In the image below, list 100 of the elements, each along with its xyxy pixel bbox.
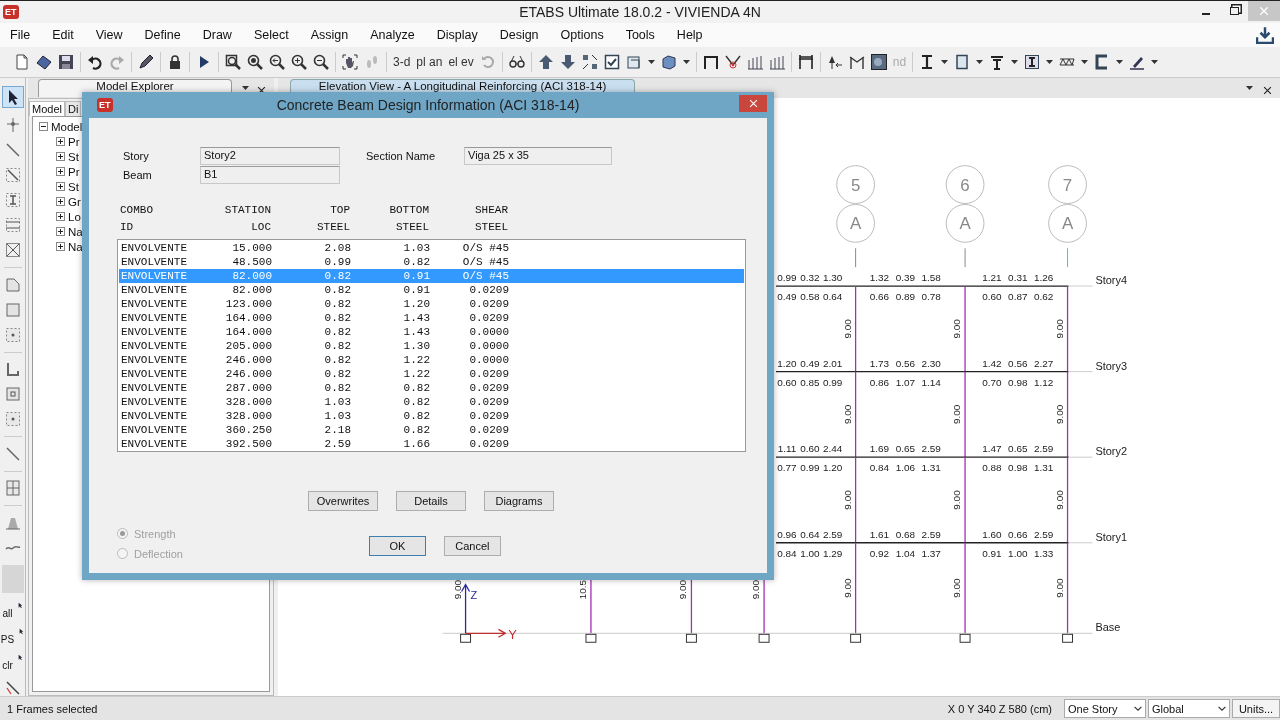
slash-icon[interactable]: [4, 680, 21, 696]
dialog-button[interactable]: Overwrites: [308, 491, 378, 511]
toolbar-button[interactable]: pl an: [416, 55, 443, 69]
ok-button[interactable]: OK: [368, 536, 426, 556]
caret-icon[interactable]: [682, 60, 690, 64]
select-button[interactable]: PS: [0, 628, 25, 645]
menu-item[interactable]: Tools: [625, 28, 665, 42]
expander-icon[interactable]: [56, 152, 65, 161]
zoom-icon[interactable]: [247, 54, 263, 70]
caret-icon[interactable]: [1011, 60, 1019, 64]
expander-icon[interactable]: [56, 242, 65, 251]
toolbar-button[interactable]: 3-d: [393, 55, 411, 69]
bars-icon[interactable]: [746, 54, 763, 70]
box-icon[interactable]: [625, 54, 642, 70]
node-icon[interactable]: [4, 117, 21, 133]
zoom-previous-icon[interactable]: [269, 54, 285, 70]
tee-section-icon[interactable]: [989, 54, 1006, 70]
dialog-button[interactable]: Diagrams: [484, 491, 554, 511]
download-icon[interactable]: [1256, 26, 1274, 44]
tree-item[interactable]: Pr: [68, 135, 80, 148]
line-icon[interactable]: [4, 142, 21, 158]
menu-item[interactable]: Edit: [52, 28, 84, 42]
menu-item[interactable]: View: [95, 28, 133, 42]
dotted-square-icon[interactable]: [4, 411, 21, 428]
frame-icon[interactable]: [702, 54, 719, 70]
menu-item[interactable]: Analyze: [370, 28, 425, 42]
expander-icon[interactable]: [56, 227, 65, 236]
dropdown[interactable]: One Story: [1064, 699, 1146, 718]
menu-item[interactable]: Assign: [310, 28, 359, 42]
shrink-icon[interactable]: [581, 54, 598, 70]
line-icon[interactable]: [4, 445, 21, 462]
pen-icon[interactable]: [1129, 54, 1146, 70]
menu-item[interactable]: File: [10, 28, 41, 42]
undo-icon[interactable]: [87, 54, 103, 70]
checkbox-icon[interactable]: [603, 54, 620, 70]
dialog-button[interactable]: Details: [396, 491, 466, 511]
menu-item[interactable]: Define: [144, 28, 191, 42]
dashed-column-icon[interactable]: [4, 192, 21, 208]
zoom-in-icon[interactable]: [291, 54, 307, 70]
text-field[interactable]: Viga 25 x 35: [464, 146, 612, 165]
dashed-line-icon[interactable]: [4, 167, 21, 183]
close-button[interactable]: [739, 94, 767, 112]
menu-item[interactable]: Design: [499, 28, 549, 42]
expander-icon[interactable]: [56, 197, 65, 206]
expander-icon[interactable]: [56, 182, 65, 191]
polygon-icon[interactable]: [4, 276, 21, 293]
close-icon[interactable]: [1263, 86, 1272, 95]
caret-icon[interactable]: [941, 60, 949, 64]
table-icon[interactable]: [797, 54, 814, 70]
bell-icon[interactable]: [4, 515, 21, 532]
text-field[interactable]: Story2: [200, 146, 340, 165]
dashed-grid-icon[interactable]: [4, 217, 21, 233]
lock-icon[interactable]: [167, 54, 183, 70]
down-arrow-icon[interactable]: [559, 54, 576, 70]
tree-item[interactable]: St: [68, 180, 79, 193]
caret-icon[interactable]: [1081, 60, 1089, 64]
toolbar-button[interactable]: el ev: [448, 55, 474, 69]
save-icon[interactable]: [58, 54, 74, 70]
new-file-icon[interactable]: [14, 54, 30, 70]
node-arrow-icon[interactable]: [826, 54, 843, 70]
dropdown[interactable]: Global: [1148, 699, 1230, 718]
tree-item[interactable]: Na: [68, 225, 83, 238]
rectangle-section-icon[interactable]: [954, 54, 971, 70]
dotted-square-icon[interactable]: [4, 326, 21, 343]
bars-icon[interactable]: [768, 54, 785, 70]
select-button[interactable]: clr: [2, 654, 23, 671]
tree-item[interactable]: Lo: [68, 210, 81, 223]
tree-item[interactable]: Model: [51, 120, 83, 133]
menu-item[interactable]: Draw: [202, 28, 242, 42]
zoom-window-icon[interactable]: [225, 54, 241, 70]
menu-item[interactable]: Display: [436, 28, 488, 42]
expander-icon[interactable]: [56, 137, 65, 146]
expander-icon[interactable]: [56, 212, 65, 221]
boxed-i-icon[interactable]: [1024, 54, 1041, 70]
caret-icon[interactable]: [1151, 60, 1159, 64]
caret-icon[interactable]: [647, 60, 655, 64]
caret-icon[interactable]: [1116, 60, 1124, 64]
select-button[interactable]: all: [2, 602, 23, 619]
menu-item[interactable]: Help: [676, 28, 713, 42]
units-button[interactable]: Units...: [1232, 699, 1280, 718]
tree-item[interactable]: Pr: [68, 165, 80, 178]
cancel-button[interactable]: Cancel: [443, 536, 501, 556]
beam-icon[interactable]: [848, 54, 865, 70]
tree-item[interactable]: Na: [68, 240, 83, 253]
caret-icon[interactable]: [1046, 60, 1054, 64]
square-icon[interactable]: [4, 386, 21, 403]
caret-icon[interactable]: [976, 60, 984, 64]
caret-icon[interactable]: [1246, 86, 1253, 90]
bracket-icon[interactable]: [4, 361, 21, 378]
expander-icon[interactable]: [39, 122, 48, 131]
up-arrow-icon[interactable]: [537, 54, 554, 70]
text-field[interactable]: B1: [200, 165, 340, 184]
expander-icon[interactable]: [56, 167, 65, 176]
menu-item[interactable]: Select: [253, 28, 299, 42]
caret-icon[interactable]: [242, 86, 249, 90]
crossed-box-icon[interactable]: [4, 242, 21, 258]
zoom-out-icon[interactable]: [313, 54, 329, 70]
close-icon[interactable]: [257, 86, 266, 95]
target-icon[interactable]: [724, 54, 741, 70]
pencil-icon[interactable]: [138, 54, 154, 70]
